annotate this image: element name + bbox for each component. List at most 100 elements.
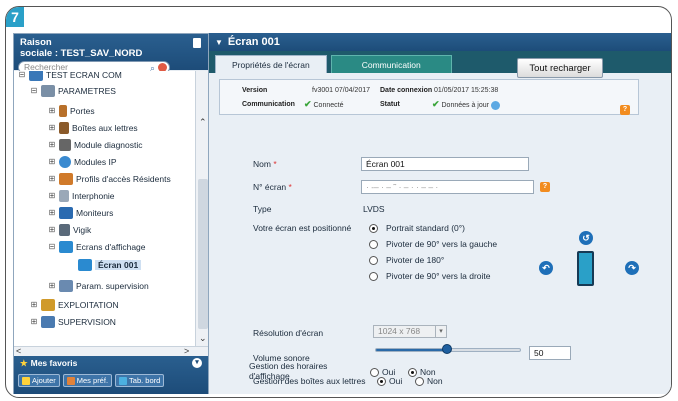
- favorites-panel: ★ Mes favoris ▾ Ajouter Mes préf. Tab. bo…: [14, 356, 209, 394]
- tree-node-vigik[interactable]: ⊞ Vigik: [48, 222, 91, 238]
- tree-node-portes[interactable]: ⊞ Portes: [48, 103, 95, 119]
- collapse-icon[interactable]: ⊟: [48, 243, 56, 251]
- tree-node-ecran-001[interactable]: Écran 001: [78, 257, 142, 273]
- status-info-box: Version fv3001 07/04/2017 Date connexion…: [219, 79, 639, 115]
- expand-icon[interactable]: ⊞: [30, 318, 38, 326]
- radio-hours-non[interactable]: Non: [408, 367, 436, 377]
- radio-button-checked[interactable]: [369, 223, 378, 233]
- radio-mailbox-oui[interactable]: Oui: [377, 376, 402, 386]
- globe-icon: [59, 156, 71, 168]
- radio-button[interactable]: [370, 367, 379, 377]
- status-label: Statut: [380, 101, 400, 108]
- radio-button-checked[interactable]: [377, 376, 386, 386]
- phone-icon: [59, 190, 69, 202]
- reload-all-button[interactable]: Tout recharger: [517, 58, 603, 78]
- expand-icon[interactable]: ⊞: [48, 124, 56, 132]
- help-icon[interactable]: ?: [620, 105, 630, 115]
- document-icon[interactable]: [193, 38, 201, 48]
- collapse-panel-icon[interactable]: ▼: [215, 38, 223, 47]
- help-icon[interactable]: ?: [540, 182, 550, 192]
- radio-mailbox-non[interactable]: Non: [415, 376, 443, 386]
- tree-node-root[interactable]: ⊟ TEST ECRAN COM: [18, 71, 122, 83]
- radio-button[interactable]: [415, 376, 424, 386]
- rotate-180-icon[interactable]: ↺: [579, 231, 593, 245]
- radio-button[interactable]: [369, 255, 378, 265]
- expand-icon[interactable]: ⊞: [48, 226, 56, 234]
- expand-icon[interactable]: ⊞: [48, 209, 56, 217]
- expand-icon[interactable]: ⊞: [48, 282, 56, 290]
- tree-vertical-scrollbar[interactable]: ⌃ ⌄: [195, 71, 209, 346]
- page-title: Écran 001: [227, 36, 280, 48]
- volume-input[interactable]: 50: [529, 346, 571, 360]
- screen-icon: [59, 241, 73, 253]
- radio-button[interactable]: [369, 271, 378, 281]
- collapse-favorites-icon[interactable]: ▾: [192, 358, 202, 368]
- refresh-icon[interactable]: [490, 100, 500, 110]
- resolution-select[interactable]: 1024 x 768 ▾: [373, 325, 447, 338]
- tree-node-supervision[interactable]: ⊞ SUPERVISION: [30, 314, 116, 330]
- dashboard-button[interactable]: Tab. bord: [115, 374, 165, 387]
- tree-node-modules-ip[interactable]: ⊞ Modules IP: [48, 154, 117, 170]
- expand-icon[interactable]: ⊞: [48, 107, 56, 115]
- radio-rotate-180[interactable]: Pivoter de 180°: [369, 255, 444, 265]
- tab-screen-properties[interactable]: Propriétés de l'écran: [215, 55, 327, 73]
- profile-icon: [59, 173, 73, 185]
- radio-rotate-right[interactable]: Pivoter de 90° vers la droite: [369, 271, 491, 281]
- expand-icon[interactable]: ⊞: [48, 175, 56, 183]
- tree-node-boites[interactable]: ⊞ Boîtes aux lettres: [48, 120, 138, 136]
- tree-label: Portes: [70, 106, 95, 116]
- tree-node-moniteurs[interactable]: ⊞ Moniteurs: [48, 205, 113, 221]
- radio-rotate-left[interactable]: Pivoter de 90° vers la gauche: [369, 239, 497, 249]
- tree-node-interphonie[interactable]: ⊞ Interphonie: [48, 188, 115, 204]
- name-input[interactable]: Écran 001: [361, 157, 529, 171]
- expand-icon[interactable]: ⊞: [30, 301, 38, 309]
- screen-icon: [78, 259, 92, 271]
- tree-node-parametres[interactable]: ⊟ PARAMETRES: [30, 83, 116, 99]
- tree-node-profils[interactable]: ⊞ Profils d'accès Résidents: [48, 171, 171, 187]
- collapse-icon[interactable]: ⊟: [18, 71, 26, 79]
- expand-icon[interactable]: ⊞: [48, 141, 56, 149]
- display-hours-label: Gestion des horaires d'affichage: [249, 361, 327, 381]
- screen-number-input[interactable]: · ‐– · – ˜ · – · · – – ·: [361, 180, 534, 194]
- star-icon: [22, 376, 30, 385]
- check-icon: ✔: [304, 99, 312, 109]
- tree-label: Moniteurs: [76, 208, 114, 218]
- scroll-thumb[interactable]: [198, 179, 208, 329]
- tree-node-supervision-param[interactable]: ⊞ Param. supervision: [48, 278, 149, 294]
- connection-date-label: Date connexion: [380, 87, 433, 94]
- scroll-down-icon[interactable]: ⌄: [199, 333, 207, 344]
- tree-node-diagnostic[interactable]: ⊞ Module diagnostic: [48, 137, 143, 153]
- scroll-up-icon[interactable]: ⌃: [199, 117, 207, 128]
- main-panel: ▼ Écran 001 Propriétés de l'écran Commun…: [208, 33, 671, 394]
- tree-horizontal-scrollbar[interactable]: < >: [14, 346, 209, 356]
- tree-label: TEST ECRAN COM: [46, 71, 122, 80]
- rotate-right-icon[interactable]: ↷: [625, 261, 639, 275]
- tree-node-exploitation[interactable]: ⊞ EXPLOITATION: [30, 297, 119, 313]
- radio-hours-oui[interactable]: Oui: [370, 367, 395, 377]
- tree-label: Modules IP: [74, 157, 117, 167]
- button-label: Mes préf.: [76, 376, 109, 385]
- radio-label: Pivoter de 90° vers la gauche: [386, 239, 498, 249]
- rotate-left-icon[interactable]: ↶: [539, 261, 553, 275]
- vigik-icon: [59, 224, 70, 236]
- radio-button[interactable]: [369, 239, 378, 249]
- scroll-left-icon[interactable]: <: [16, 346, 21, 356]
- add-favorite-button[interactable]: Ajouter: [18, 374, 60, 387]
- expand-icon[interactable]: ⊞: [48, 192, 56, 200]
- tools-icon: [59, 139, 71, 151]
- communication-value: Connecté: [313, 102, 344, 109]
- chevron-down-icon[interactable]: ▾: [435, 326, 446, 337]
- check-icon: ✔: [432, 99, 440, 109]
- volume-slider-handle[interactable]: [442, 344, 452, 354]
- radio-label: Non: [420, 367, 436, 377]
- scroll-right-icon[interactable]: >: [184, 346, 189, 356]
- screenshot-frame: 7 Raison sociale : TEST_SAV_NORD Recherc…: [5, 6, 672, 398]
- tab-communication[interactable]: Communication: [330, 55, 452, 73]
- my-preferences-button[interactable]: Mes préf.: [62, 374, 113, 387]
- position-label: Votre écran est positionné: [253, 223, 352, 233]
- collapse-icon[interactable]: ⊟: [30, 87, 38, 95]
- radio-portrait-standard[interactable]: Portrait standard (0°): [369, 223, 465, 233]
- expand-icon[interactable]: ⊞: [48, 158, 56, 166]
- radio-button-checked[interactable]: [408, 367, 417, 377]
- tree-node-ecrans[interactable]: ⊟ Ecrans d'affichage: [48, 239, 146, 255]
